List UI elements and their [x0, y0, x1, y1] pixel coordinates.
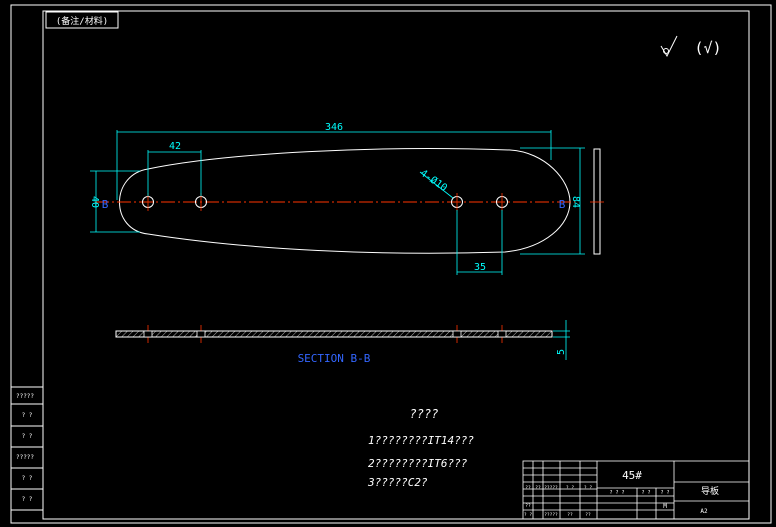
- section-mark-right: B: [559, 198, 566, 211]
- roughness-symbol: [660, 35, 678, 58]
- dim-length-label: 346: [325, 122, 343, 133]
- cad-drawing: (备注/材料) (√) ????? ? ? ? ? ????? ? ? ? ?: [10, 4, 772, 524]
- left-strip-cell-4: ?????: [16, 454, 34, 461]
- notes-line-3: 3?????C2?: [367, 476, 428, 489]
- tb-cell-7: ?????: [544, 512, 558, 518]
- section-view: [115, 330, 553, 338]
- dim-height-right-label: 84: [570, 196, 581, 208]
- tb-cell-11: ? ? ?: [609, 490, 624, 496]
- tb-scale-label: M: [663, 503, 667, 510]
- dim-height-left-label: 40: [89, 196, 100, 208]
- left-strip: [11, 386, 43, 511]
- left-strip-cell-3: ? ?: [22, 433, 33, 440]
- left-strip-cell-5: ? ?: [22, 475, 33, 482]
- part-outline: [119, 148, 571, 254]
- section-label: SECTION B-B: [298, 352, 371, 365]
- notes-line-2: 2????????IT6???: [368, 457, 468, 470]
- notes-title: ????: [410, 407, 439, 421]
- tb-cell-6: ? ?: [524, 512, 532, 518]
- tb-cell-12: ? ?: [641, 490, 650, 496]
- tb-cell-4: ? ?: [566, 485, 574, 491]
- dim-hole-spacing-left: [147, 150, 202, 196]
- dim-hole-spacing-right-label: 35: [474, 262, 486, 273]
- tb-part-name: 导板: [701, 485, 719, 497]
- left-strip-cell-1: ?????: [16, 393, 34, 400]
- dim-length: [116, 130, 552, 200]
- notes-line-1: 1????????IT14???: [368, 434, 474, 447]
- tb-cell-2: ??: [535, 485, 541, 491]
- tb-cell-8: ??: [567, 512, 573, 518]
- tb-cell-1: ??: [525, 485, 531, 491]
- tb-cell-3: ?????: [544, 485, 558, 491]
- left-strip-cell-2: ? ?: [22, 412, 33, 419]
- tb-sheet: A2: [700, 508, 708, 515]
- tb-cell-5: ? ?: [584, 485, 592, 491]
- tb-cell-13: ? ?: [660, 490, 669, 496]
- dim-thickness-label: 5: [556, 349, 567, 355]
- section-mark-left: B: [102, 198, 109, 211]
- dim-hole-spacing-left-label: 42: [169, 141, 181, 152]
- title-tag: (备注/材料): [56, 15, 108, 27]
- left-strip-cell-6: ? ?: [22, 496, 33, 503]
- tb-material: 45#: [622, 469, 642, 482]
- tb-cell-10: ??: [525, 503, 531, 509]
- side-view: [593, 148, 601, 255]
- hole-note: 4-Ø10: [418, 167, 450, 194]
- tb-cell-9: ??: [585, 512, 591, 518]
- roughness-label: (√): [694, 39, 721, 57]
